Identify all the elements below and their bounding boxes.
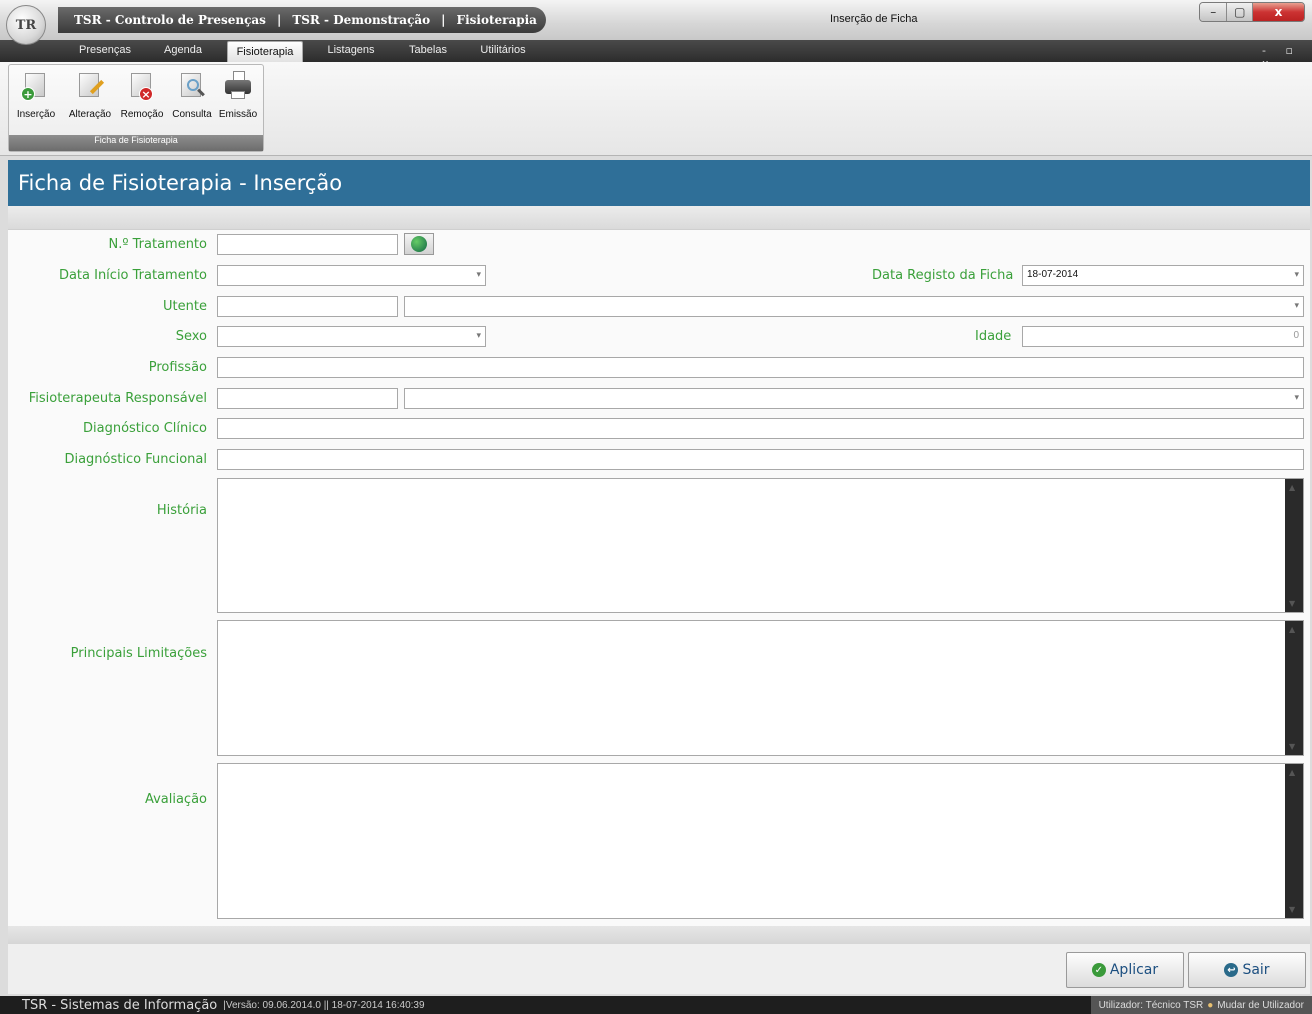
document-search-icon bbox=[177, 71, 207, 101]
utente-label: Utente bbox=[163, 299, 207, 314]
emissao-label: Emissão bbox=[218, 109, 258, 120]
title-separator: | bbox=[441, 13, 446, 27]
data-registo-label: Data Registo da Ficha bbox=[872, 268, 1014, 283]
title-separator: | bbox=[276, 13, 282, 27]
version-status: |Versão: 09.06.2014.0 || 18-07-2014 16:4… bbox=[223, 999, 425, 1011]
tab-presencas[interactable]: Presenças bbox=[78, 44, 132, 62]
diag-funcional-input[interactable] bbox=[217, 449, 1304, 470]
ribbon: + Inserção Alteração × Remoção Consulta … bbox=[0, 62, 1312, 156]
tab-agenda[interactable]: Agenda bbox=[158, 44, 208, 62]
idade-input[interactable]: 0 bbox=[1022, 326, 1304, 347]
consulta-button[interactable]: Consulta bbox=[167, 67, 217, 127]
document-edit-icon bbox=[75, 71, 105, 101]
tab-listagens[interactable]: Listagens bbox=[322, 44, 380, 62]
app-logo[interactable]: TR bbox=[6, 5, 46, 45]
document-remove-icon: × bbox=[127, 71, 157, 101]
data-inicio-combo[interactable] bbox=[217, 265, 486, 286]
profissao-label: Profissão bbox=[148, 360, 207, 375]
lookup-button[interactable] bbox=[404, 233, 434, 255]
historia-textarea[interactable] bbox=[217, 478, 1304, 613]
limitacoes-textarea[interactable] bbox=[217, 620, 1304, 756]
remocao-button[interactable]: × Remoção bbox=[117, 67, 167, 127]
ribbon-group-caption: Ficha de Fisioterapia bbox=[9, 135, 263, 151]
historia-label: História bbox=[156, 503, 207, 518]
company-status: TSR - Sistemas de Informação bbox=[22, 997, 218, 1013]
tab-fisioterapia[interactable]: Fisioterapia bbox=[227, 41, 303, 62]
maximize-button[interactable]: ▢ bbox=[1227, 3, 1253, 21]
sexo-label: Sexo bbox=[175, 329, 207, 344]
form-title: Ficha de Fisioterapia - Inserção bbox=[8, 160, 1310, 206]
module-name: Fisioterapia bbox=[456, 13, 537, 27]
fisioterapeuta-label: Fisioterapeuta Responsável bbox=[28, 391, 207, 406]
form-footer-band bbox=[8, 926, 1310, 944]
tab-utilitarios[interactable]: Utilitários bbox=[475, 44, 531, 62]
avaliacao-textarea[interactable] bbox=[217, 763, 1304, 919]
user-icon: ● bbox=[1207, 999, 1214, 1011]
document-add-icon: + bbox=[21, 71, 51, 101]
utente-name-combo[interactable] bbox=[404, 296, 1304, 317]
alteracao-button[interactable]: Alteração bbox=[65, 67, 115, 127]
aplicar-label: Aplicar bbox=[1109, 962, 1159, 978]
diag-clinico-label: Diagnóstico Clínico bbox=[82, 421, 207, 436]
app-title: TSR - Controlo de Presenças | TSR - Demo… bbox=[58, 7, 546, 33]
historia-scrollbar[interactable] bbox=[1285, 479, 1303, 612]
insercao-label: Inserção bbox=[16, 109, 56, 120]
user-name: Utilizador: Técnico TSR bbox=[1098, 999, 1204, 1011]
emissao-button[interactable]: Emissão bbox=[213, 67, 263, 127]
diag-clinico-input[interactable] bbox=[217, 418, 1304, 439]
minimize-button[interactable]: – bbox=[1200, 3, 1228, 21]
n-tratamento-label: N.º Tratamento bbox=[108, 237, 207, 252]
sair-label: Sair bbox=[1242, 962, 1270, 978]
window-title: Inserção de Ficha bbox=[830, 13, 918, 25]
limitacoes-label: Principais Limitações bbox=[70, 646, 207, 661]
app-name: TSR - Controlo de Presenças bbox=[74, 13, 266, 27]
close-button[interactable]: x bbox=[1253, 3, 1304, 21]
check-icon: ✓ bbox=[1091, 963, 1106, 977]
exit-icon: ↩ bbox=[1224, 963, 1239, 977]
binoculars-icon bbox=[411, 236, 427, 252]
sair-button[interactable]: ↩ Sair bbox=[1188, 952, 1306, 988]
fisioterapeuta-name-combo[interactable] bbox=[404, 388, 1304, 409]
n-tratamento-input[interactable] bbox=[217, 234, 398, 255]
form-subheader bbox=[8, 206, 1310, 230]
utente-code-input[interactable] bbox=[217, 296, 398, 317]
user-status: Utilizador: Técnico TSR ● Mudar de Utili… bbox=[1090, 996, 1312, 1014]
limitacoes-scrollbar[interactable] bbox=[1285, 621, 1303, 755]
sexo-combo[interactable] bbox=[217, 326, 486, 347]
change-user-link[interactable]: Mudar de Utilizador bbox=[1217, 1000, 1304, 1011]
aplicar-button[interactable]: ✓ Aplicar bbox=[1066, 952, 1184, 988]
remocao-label: Remoção bbox=[120, 109, 164, 120]
idade-label: Idade bbox=[975, 329, 1012, 344]
printer-icon bbox=[223, 71, 253, 101]
fisioterapeuta-code-input[interactable] bbox=[217, 388, 398, 409]
alteracao-label: Alteração bbox=[68, 109, 112, 120]
window-controls: – ▢ x bbox=[1199, 2, 1305, 22]
avaliacao-scrollbar[interactable] bbox=[1285, 764, 1303, 918]
insercao-button[interactable]: + Inserção bbox=[11, 67, 61, 127]
data-registo-combo[interactable]: 18-07-2014 bbox=[1022, 265, 1304, 286]
data-inicio-label: Data Início Tratamento bbox=[58, 268, 207, 283]
profissao-input[interactable] bbox=[217, 357, 1304, 378]
avaliacao-label: Avaliação bbox=[144, 792, 207, 807]
diag-funcional-label: Diagnóstico Funcional bbox=[64, 452, 207, 467]
ribbon-group-ficha: + Inserção Alteração × Remoção Consulta … bbox=[8, 64, 264, 152]
company-name: TSR - Demonstração bbox=[292, 13, 431, 27]
consulta-label: Consulta bbox=[172, 109, 212, 120]
status-bar: TSR - Sistemas de Informação |Versão: 09… bbox=[0, 996, 1312, 1014]
tab-tabelas[interactable]: Tabelas bbox=[402, 44, 454, 62]
